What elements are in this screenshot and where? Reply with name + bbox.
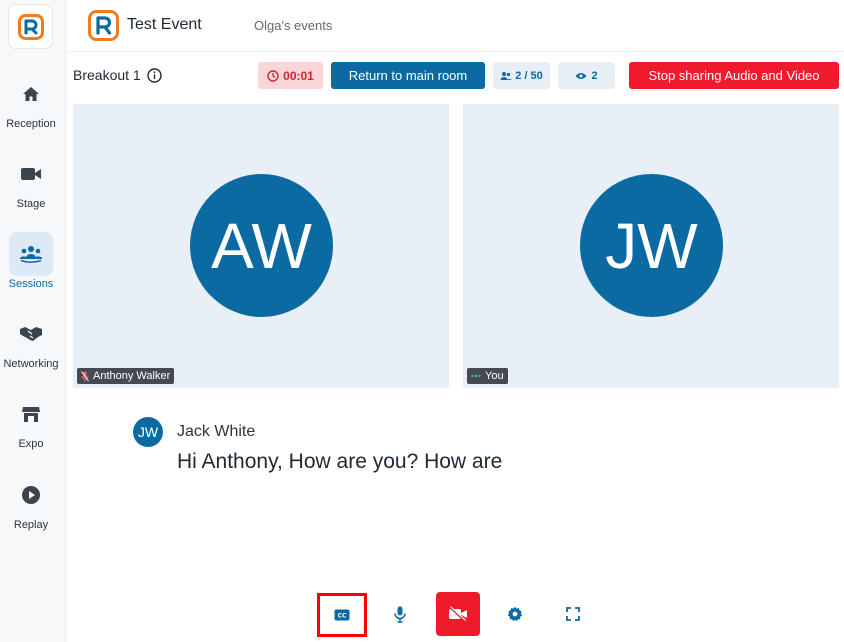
avatar: AW [190, 174, 333, 317]
mic-muted-icon [81, 370, 89, 381]
info-icon[interactable] [147, 67, 162, 83]
home-icon [9, 72, 53, 116]
sidebar-item-stage[interactable]: Stage [0, 152, 62, 210]
fullscreen-icon [566, 607, 580, 621]
play-circle-icon [9, 473, 53, 517]
people-group-icon [9, 232, 53, 276]
clock-icon [267, 69, 279, 82]
participant-count-badge[interactable]: 2 / 50 [493, 62, 550, 89]
camera-off-icon [449, 606, 467, 622]
sidebar-item-label: Replay [13, 519, 49, 531]
caption-speaker-name: Jack White [177, 423, 256, 440]
closed-captions-icon: CC [334, 609, 350, 621]
session-timer: 00:01 [258, 62, 323, 89]
participant-name: You [485, 370, 504, 382]
timer-value: 00:01 [283, 68, 314, 83]
sidebar-item-label: Networking [3, 358, 59, 370]
settings-button[interactable] [493, 592, 537, 636]
camera-toggle-button[interactable] [436, 592, 480, 636]
top-header: Test Event Olga's events [66, 0, 844, 52]
sidebar-item-label: Sessions [8, 278, 54, 290]
caption-speaker-avatar: JW [133, 417, 163, 447]
participant-name: Anthony Walker [93, 370, 171, 382]
handshake-icon [9, 312, 53, 356]
event-logo[interactable] [88, 10, 119, 41]
return-to-main-room-button[interactable]: Return to main room [331, 62, 485, 89]
sidebar-item-expo[interactable]: Expo [0, 392, 62, 450]
sidebar-item-reception[interactable]: Reception [0, 72, 62, 130]
viewer-count: 2 [591, 69, 598, 82]
sidebar-item-label: Stage [16, 198, 46, 210]
event-title: Test Event [127, 16, 202, 33]
video-tile-self[interactable]: JW You [463, 104, 839, 388]
sidebar-item-sessions[interactable]: Sessions [0, 232, 62, 290]
brand-logo-icon [17, 13, 44, 40]
sidebar-item-label: Expo [18, 438, 44, 450]
eye-icon [575, 72, 587, 79]
video-tile-participant[interactable]: AW Anthony Walker [73, 104, 449, 388]
sidebar-item-networking[interactable]: Networking [0, 312, 62, 370]
fullscreen-button[interactable] [551, 592, 595, 636]
video-camera-icon [9, 152, 53, 196]
participant-count: 2 / 50 [515, 69, 543, 82]
participant-name-tag: You [467, 368, 508, 384]
sidebar: Reception Stage Sessions Networking Expo… [0, 0, 66, 642]
viewer-count-badge[interactable]: 2 [558, 62, 615, 89]
event-logo-icon [88, 10, 119, 41]
stop-sharing-button[interactable]: Stop sharing Audio and Video [629, 62, 839, 89]
gear-icon [507, 606, 523, 622]
speaking-dots-icon [471, 374, 481, 378]
closed-captions-button[interactable]: CC [317, 593, 367, 637]
app-logo[interactable] [8, 4, 53, 49]
svg-text:CC: CC [338, 613, 347, 620]
sidebar-item-replay[interactable]: Replay [0, 473, 62, 531]
microphone-button[interactable] [378, 592, 422, 636]
room-title: Breakout 1 [73, 67, 162, 83]
store-icon [9, 392, 53, 436]
sidebar-item-label: Reception [6, 118, 56, 130]
avatar: JW [580, 174, 723, 317]
participant-name-tag: Anthony Walker [77, 368, 175, 384]
room-title-text: Breakout 1 [73, 67, 141, 83]
users-icon [500, 71, 513, 80]
caption-text: Hi Anthony, How are you? How are [177, 450, 503, 473]
microphone-icon [394, 606, 406, 623]
event-owner-link[interactable]: Olga's events [254, 18, 332, 33]
